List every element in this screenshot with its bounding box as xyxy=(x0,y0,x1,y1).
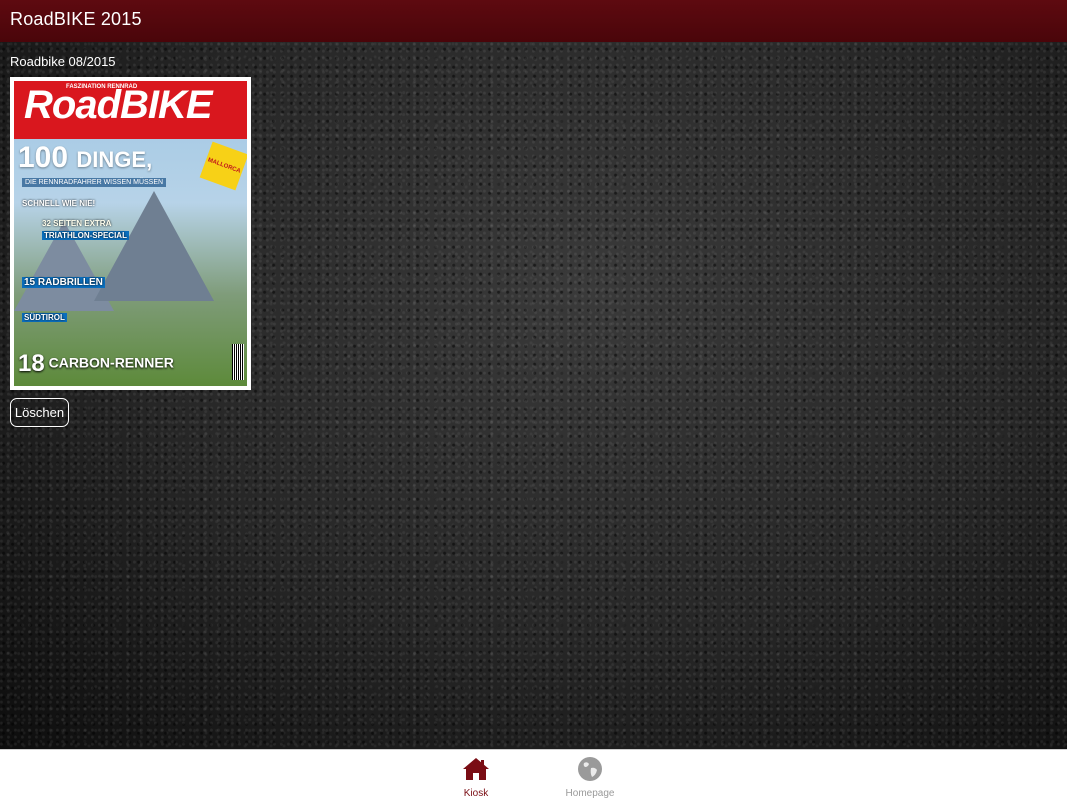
tab-bar: Kiosk Homepage xyxy=(0,749,1067,801)
cover-masthead: FASZINATION RENNRAD RoadBIKE xyxy=(14,81,247,139)
cover-logo: RoadBIKE xyxy=(24,83,213,127)
kiosk-content: Roadbike 08/2015 FASZINATION RENNRAD Roa… xyxy=(0,42,1067,749)
cover-bottom-number: 18 xyxy=(18,350,45,377)
cover-headline-number: 100 xyxy=(18,141,69,174)
cover-badge: MALLORCA xyxy=(199,141,247,191)
magazine-cover[interactable]: FASZINATION RENNRAD RoadBIKE 100 DINGE, … xyxy=(10,77,251,390)
globe-icon xyxy=(578,757,602,781)
cover-headline-text: DINGE, xyxy=(76,147,153,172)
cover-bottom-text: CARBON-RENNER xyxy=(48,354,174,371)
issue-title: Roadbike 08/2015 xyxy=(10,54,116,69)
cover-teaser: 15 RADBRILLEN xyxy=(22,277,105,288)
tab-kiosk[interactable]: Kiosk xyxy=(436,750,516,801)
cover-teaser: SÜDTIROL xyxy=(22,313,67,322)
tab-kiosk-label: Kiosk xyxy=(463,788,489,799)
cover-mountain xyxy=(94,191,214,301)
tab-homepage[interactable]: Homepage xyxy=(550,750,630,801)
cover-bottom-teaser: 18 CARBON-RENNER xyxy=(18,350,174,378)
tab-homepage-label: Homepage xyxy=(565,788,615,799)
cover-barcode xyxy=(232,344,244,380)
cover-teaser: SCHNELL WIE NIE! xyxy=(22,199,96,208)
home-icon xyxy=(463,758,489,780)
title-bar: RoadBIKE 2015 xyxy=(0,0,1067,42)
cover-teaser: 32 SEITEN EXTRA xyxy=(42,219,112,228)
cover-subheadline: DIE RENNRADFAHRER WISSEN MÜSSEN xyxy=(22,178,167,187)
cover-headline: 100 DINGE, xyxy=(18,141,152,175)
delete-button[interactable]: Löschen xyxy=(10,398,69,427)
cover-image: FASZINATION RENNRAD RoadBIKE 100 DINGE, … xyxy=(14,81,247,386)
app-title: RoadBIKE 2015 xyxy=(10,9,142,29)
cover-teaser: TRIATHLON-SPECIAL xyxy=(42,231,129,240)
